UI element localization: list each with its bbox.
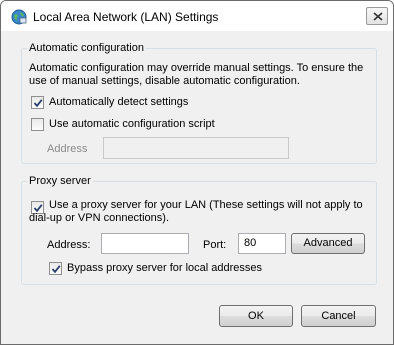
automatic-configuration-group: Automatic configuration Automatic config… — [21, 41, 377, 164]
proxy-address-label: Address: — [47, 239, 91, 251]
proxy-port-input[interactable]: 80 — [238, 233, 286, 254]
automatic-configuration-legend: Automatic configuration — [27, 41, 146, 55]
network-globe-icon — [11, 9, 27, 25]
script-address-label: Address — [47, 143, 88, 155]
use-config-script-checkbox[interactable] — [31, 118, 44, 131]
close-button[interactable] — [366, 7, 388, 25]
dialog-content: Automatic configuration Automatic config… — [9, 31, 385, 337]
use-proxy-label-line1[interactable]: Use a proxy server for your LAN (These s… — [49, 199, 363, 212]
ok-button[interactable]: OK — [219, 305, 293, 327]
auto-detect-checkbox[interactable] — [31, 96, 44, 109]
auto-detect-label[interactable]: Automatically detect settings — [49, 96, 188, 109]
cancel-button[interactable]: Cancel — [301, 305, 376, 327]
use-proxy-label-line2[interactable]: dial-up or VPN connections). — [29, 212, 169, 225]
title-bar[interactable]: Local Area Network (LAN) Settings — [1, 1, 393, 31]
auto-config-description-line2: use of manual settings, disable automati… — [29, 75, 300, 87]
window-title: Local Area Network (LAN) Settings — [33, 10, 219, 24]
script-address-input[interactable] — [103, 137, 289, 159]
bypass-local-label[interactable]: Bypass proxy server for local addresses — [67, 262, 262, 275]
proxy-port-label: Port: — [203, 239, 227, 251]
auto-config-description-line1: Automatic configuration may override man… — [29, 62, 364, 74]
checkmark-icon — [51, 265, 61, 274]
proxy-address-input[interactable] — [101, 233, 189, 254]
proxy-server-legend: Proxy server — [27, 174, 93, 188]
bypass-local-checkbox[interactable] — [49, 262, 62, 275]
close-icon — [373, 12, 383, 21]
lan-settings-dialog: Local Area Network (LAN) Settings Automa… — [0, 0, 394, 345]
checkmark-icon — [33, 99, 43, 108]
use-config-script-label[interactable]: Use automatic configuration script — [49, 118, 215, 131]
advanced-button[interactable]: Advanced — [291, 233, 365, 254]
proxy-server-group: Proxy server Use a proxy server for your… — [21, 174, 377, 285]
